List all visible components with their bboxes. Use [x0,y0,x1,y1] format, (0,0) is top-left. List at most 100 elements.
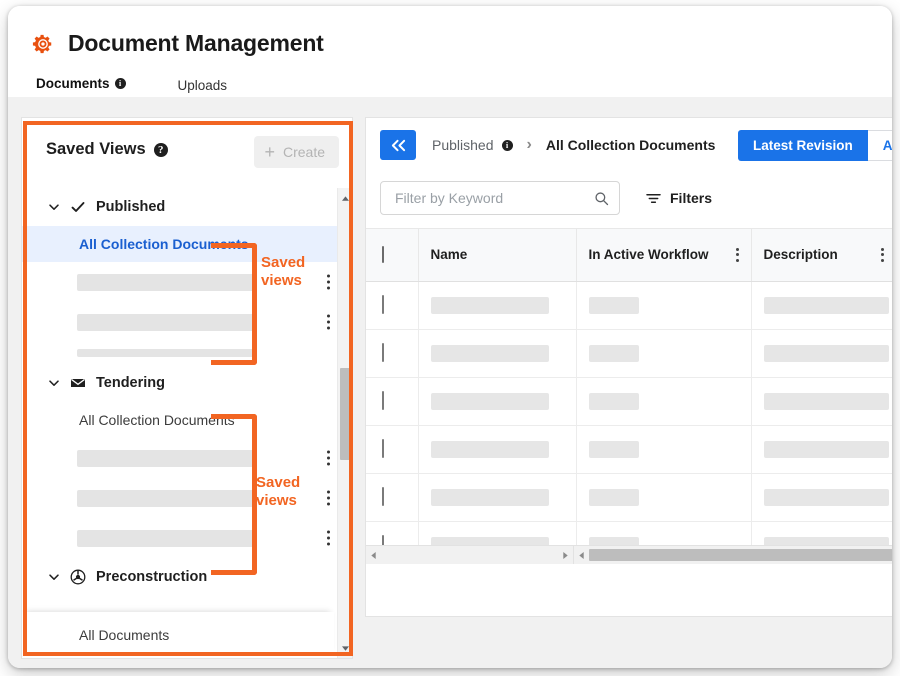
sidebar-scrollbar[interactable] [337,188,352,658]
create-button-label: Create [283,144,325,160]
sidebar-item-label: All Collection Documents [79,412,235,428]
app-title-row: Document Management [32,30,324,57]
breadcrumb-root[interactable]: Published i [432,137,513,153]
sidebar-item-all-collection-documents-tendering[interactable]: All Collection Documents [22,402,352,438]
envelope-icon [70,375,86,391]
app-window: Document Management Documents i Uploads … [8,6,892,668]
scroll-down-button[interactable] [338,640,353,656]
horizontal-scrollbar-thumb[interactable] [589,549,892,561]
select-all-checkbox[interactable] [382,246,384,263]
table-header-select-all[interactable] [366,229,418,281]
frozen-columns-scrollbar[interactable] [366,546,574,564]
row-checkbox-cell[interactable] [366,377,418,425]
data-columns-scrollbar[interactable] [574,546,892,564]
sidebar-scrollbar-thumb[interactable] [340,368,351,460]
column-menu-icon[interactable] [881,248,884,262]
table-row[interactable] [366,473,892,521]
table-body [366,281,892,564]
sidebar-item-placeholder[interactable] [22,262,352,302]
table-header-description-label: Description [764,247,838,262]
row-checkbox-cell[interactable] [366,425,418,473]
table-row[interactable] [366,281,892,329]
page-body: Saved Views ? + Create Publis [8,97,892,668]
chevron-right-icon [562,551,569,560]
app-header: Document Management Documents i Uploads [8,6,892,97]
table-row[interactable] [366,377,892,425]
plus-icon: + [264,145,275,159]
row-checkbox[interactable] [382,295,384,314]
scroll-left-button[interactable] [366,546,381,564]
skeleton-bar [77,450,255,467]
skeleton-bar [764,489,889,506]
sidebar-group-published[interactable]: Published [22,188,352,226]
collapse-arrow-icon [389,138,408,153]
sidebar-item-label: All Collection Documents [79,236,249,252]
table-header-description[interactable]: Description [751,229,892,281]
workflow-cell [576,329,751,377]
table-horizontal-scrollbars[interactable] [366,545,892,564]
table-header-name[interactable]: Name [418,229,576,281]
more-options-icon[interactable] [326,275,330,290]
sidebar-item-placeholder[interactable] [22,478,352,518]
scroll-right-button[interactable] [558,546,573,564]
more-options-icon[interactable] [326,531,330,546]
filters-button-label: Filters [670,190,712,206]
row-checkbox[interactable] [382,439,384,458]
scroll-left-button[interactable] [574,546,589,564]
saved-views-title-label: Saved Views [46,140,146,159]
create-button[interactable]: + Create [254,136,339,168]
table-row[interactable] [366,329,892,377]
table-header-in-active-workflow[interactable]: In Active Workflow [576,229,751,281]
chevron-down-icon [48,201,60,213]
skeleton-bar [589,345,639,362]
more-options-icon[interactable] [326,491,330,506]
sidebar-item-placeholder[interactable] [22,302,352,342]
row-checkbox[interactable] [382,391,384,410]
saved-views-tree[interactable]: Published All Collection Documents [22,188,352,658]
sidebar-item-all-documents[interactable]: All Documents [22,612,334,658]
skeleton-bar [589,489,639,506]
sidebar-item-placeholder[interactable] [22,438,352,478]
sidebar-item-all-collection-documents-published[interactable]: All Collection Documents [22,226,352,262]
sidebar-group-preconstruction[interactable]: Preconstruction [22,558,352,596]
scroll-up-button[interactable] [338,190,353,206]
table-row[interactable] [366,425,892,473]
skeleton-bar [77,349,255,357]
chevron-down-icon [341,645,350,652]
revision-latest-button[interactable]: Latest Revision [738,130,868,161]
search-icon [594,191,609,206]
skeleton-bar [589,441,639,458]
page-title: Document Management [68,30,324,57]
breadcrumb-separator: › [527,136,532,154]
collapse-panel-icon[interactable] [380,130,416,160]
table-header: Name In Active Workflow [366,229,892,281]
search-input[interactable] [393,189,594,207]
chevron-down-icon [48,377,60,389]
row-checkbox-cell[interactable] [366,329,418,377]
description-cell [751,425,892,473]
question-mark-icon[interactable]: ? [154,143,168,157]
sidebar-item-placeholder[interactable] [22,342,352,364]
skeleton-bar [77,530,255,547]
sidebar-item-placeholder[interactable] [22,518,352,558]
skeleton-bar [431,393,549,410]
row-checkbox-cell[interactable] [366,281,418,329]
workflow-cell [576,473,751,521]
skeleton-bar [77,314,255,331]
tab-documents-label: Documents [36,76,110,91]
row-checkbox-cell[interactable] [366,473,418,521]
skeleton-bar [77,490,255,507]
row-checkbox[interactable] [382,487,384,506]
name-cell [418,473,576,521]
table-header-name-label: Name [431,247,468,262]
row-checkbox[interactable] [382,343,384,362]
more-options-icon[interactable] [326,315,330,330]
more-options-icon[interactable] [326,451,330,466]
revision-all-button[interactable]: All [868,130,892,161]
column-menu-icon[interactable] [736,248,739,262]
filters-button[interactable]: Filters [646,190,712,206]
saved-views-title: Saved Views ? [46,140,168,159]
workflow-cell [576,377,751,425]
search-input-wrapper[interactable] [380,181,620,215]
sidebar-group-tendering[interactable]: Tendering [22,364,352,402]
